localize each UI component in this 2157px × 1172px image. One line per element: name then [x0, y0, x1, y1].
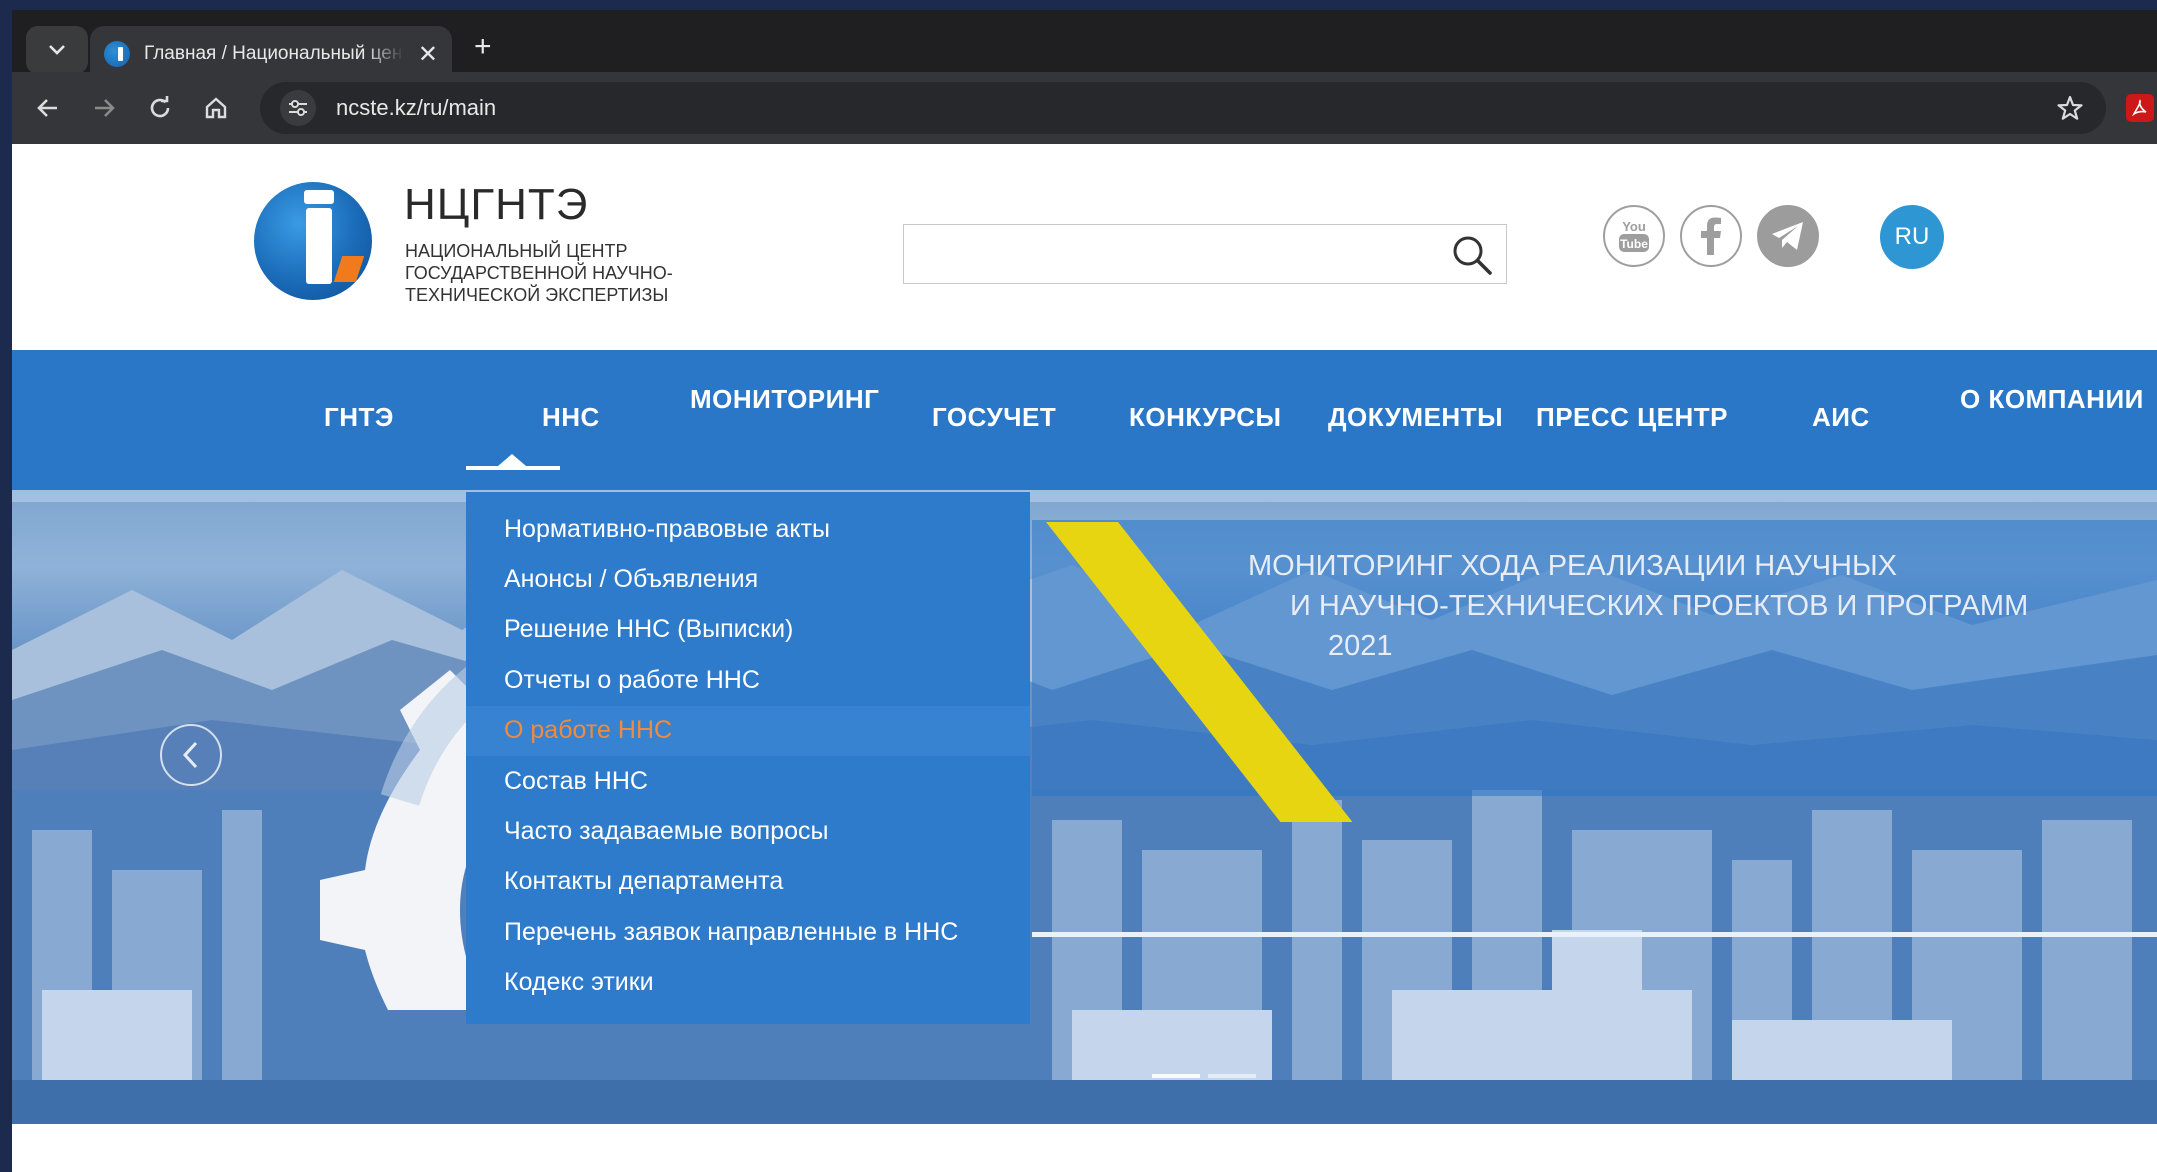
- site-logo[interactable]: [254, 182, 372, 300]
- url-text: ncste.kz/ru/main: [336, 95, 497, 120]
- pdf-extension-icon[interactable]: [2126, 94, 2154, 122]
- home-icon: [205, 97, 227, 119]
- nav-item-nns[interactable]: ННС: [542, 402, 600, 433]
- facebook-icon: [1701, 217, 1721, 255]
- nav-item-dokumenty[interactable]: ДОКУМЕНТЫ: [1328, 402, 1503, 433]
- dropdown-item-applications-list[interactable]: Перечень заявок направленные в ННС: [466, 907, 1030, 957]
- slider-prev-button[interactable]: [160, 724, 222, 786]
- search-input[interactable]: [903, 224, 1507, 284]
- dropdown-item-department-contacts[interactable]: Контакты департамента: [466, 857, 1030, 907]
- nav-item-konkursy[interactable]: КОНКУРСЫ: [1129, 402, 1281, 433]
- address-bar[interactable]: ncste.kz/ru/main: [260, 82, 2106, 134]
- new-tab-button[interactable]: +: [474, 30, 492, 64]
- language-switcher[interactable]: RU: [1880, 205, 1944, 269]
- reload-button[interactable]: [142, 90, 178, 126]
- nav-item-press-center[interactable]: ПРЕСС ЦЕНТР: [1536, 402, 1728, 433]
- dropdown-item-nns-decisions[interactable]: Решение ННС (Выписки): [466, 605, 1030, 655]
- search-icon[interactable]: [1450, 233, 1494, 277]
- youtube-icon: You Tube: [1619, 219, 1649, 252]
- back-button[interactable]: [30, 90, 66, 126]
- brand-subtitle: НАЦИОНАЛЬНЫЙ ЦЕНТР ГОСУДАРСТВЕННОЙ НАУЧН…: [405, 241, 673, 305]
- nav-item-gosuchet[interactable]: ГОСУЧЕТ: [932, 402, 1056, 433]
- active-nav-underline: [466, 466, 560, 470]
- home-button[interactable]: [198, 90, 234, 126]
- dropdown-item-nns-reports[interactable]: Отчеты о работе ННС: [466, 655, 1030, 705]
- nav-item-monitoring[interactable]: МОНИТОРИНГ: [690, 384, 879, 415]
- telegram-icon: [1772, 222, 1803, 250]
- hero-title-line-1: МОНИТОРИНГ ХОДА РЕАЛИЗАЦИИ НАУЧНЫХ: [1248, 550, 1898, 582]
- dropdown-item-ethics-code[interactable]: Кодекс этики: [466, 958, 1030, 1008]
- hero-slider: МОНИТОРИНГ ХОДА РЕАЛИЗАЦИИ НАУЧНЫХ И НАУ…: [12, 490, 2157, 1124]
- web-page: НЦГНТЭ НАЦИОНАЛЬНЫЙ ЦЕНТР ГОСУДАРСТВЕННО…: [12, 144, 2157, 1172]
- dropdown-item-normative-acts[interactable]: Нормативно-правовые акты: [466, 504, 1030, 554]
- arrow-right-icon: [95, 99, 115, 117]
- dropdown-item-about-nns[interactable]: О работе ННС: [466, 705, 1030, 756]
- chevron-left-icon: [182, 741, 198, 769]
- svg-text:You: You: [1622, 219, 1646, 234]
- forward-button[interactable]: [86, 90, 122, 126]
- hero-title-line-2: И НАУЧНО-ТЕХНИЧЕСКИХ ПРОЕКТОВ И ПРОГРАММ: [1290, 590, 2029, 622]
- slider-dot-active[interactable]: [1152, 1074, 1200, 1078]
- nav-item-o-kompanii[interactable]: О КОМПАНИИ: [1960, 384, 2144, 415]
- youtube-link[interactable]: You Tube: [1603, 205, 1665, 267]
- tab-search-button[interactable]: [26, 26, 88, 74]
- dropdown-item-nns-members[interactable]: Состав ННС: [466, 756, 1030, 806]
- tab-title: Главная / Национальный центр: [144, 43, 404, 64]
- nav-item-gnte[interactable]: ГНТЭ: [324, 402, 394, 433]
- svg-text:Tube: Tube: [1620, 237, 1648, 251]
- reload-icon: [150, 96, 170, 118]
- slider-dot[interactable]: [1208, 1074, 1256, 1078]
- main-navbar: ГНТЭ ННС МОНИТОРИНГ ГОСУЧЕТ КОНКУРСЫ ДОК…: [12, 350, 2157, 490]
- dropdown-item-announcements[interactable]: Анонсы / Объявления: [466, 554, 1030, 604]
- arrow-left-icon: [37, 99, 57, 117]
- dropdown-item-faq[interactable]: Часто задаваемые вопросы: [466, 806, 1030, 856]
- browser-toolbar: ncste.kz/ru/main: [12, 72, 2157, 144]
- bookmark-star-icon[interactable]: [2056, 94, 2084, 127]
- facebook-link[interactable]: [1680, 205, 1742, 267]
- nns-dropdown-menu: Нормативно-правовые акты Анонсы / Объявл…: [466, 492, 1030, 1024]
- telegram-link[interactable]: [1757, 205, 1819, 267]
- nav-item-ais[interactable]: АИС: [1812, 402, 1870, 433]
- browser-tabstrip: Главная / Национальный центр ✕ +: [12, 10, 2157, 82]
- hero-year: 2021: [1328, 630, 1393, 662]
- close-tab-icon[interactable]: ✕: [418, 40, 438, 69]
- active-nav-caret: [498, 454, 526, 466]
- site-favicon-icon: [104, 41, 130, 67]
- chevron-down-icon: [49, 45, 65, 55]
- site-info-icon[interactable]: [280, 90, 316, 126]
- brand-title: НЦГНТЭ: [404, 180, 589, 229]
